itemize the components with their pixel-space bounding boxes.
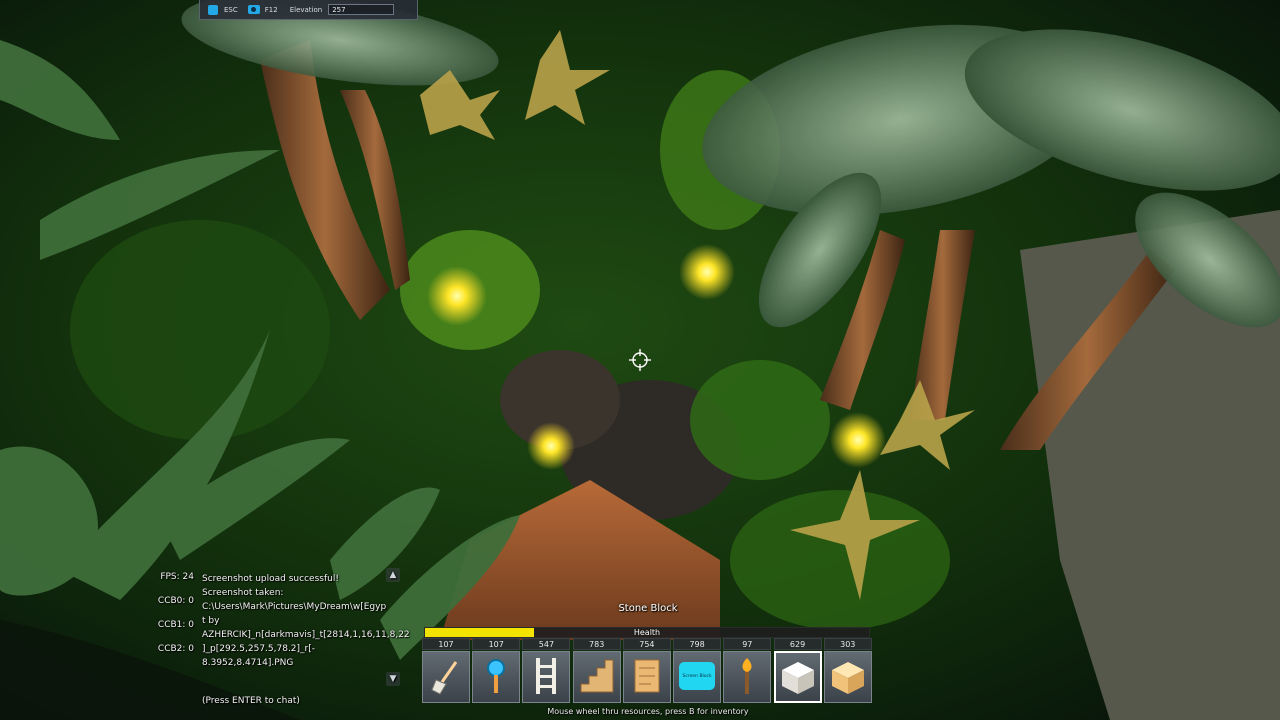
slot-count: 629: [773, 638, 822, 650]
slot-count: 107: [422, 638, 470, 650]
chat-line: Screenshot upload successful!: [202, 574, 339, 584]
ccb1-readout: CCB1: 0: [157, 620, 194, 630]
top-toolbar: ESC F12 Elevation 257: [199, 0, 418, 20]
scroll-map-icon: [634, 659, 660, 693]
torch-icon: [742, 658, 752, 694]
chat-scroll-down-button[interactable]: ▼: [386, 672, 400, 686]
crosshair-icon: [629, 349, 651, 371]
slot-count: 798: [673, 638, 722, 650]
torch-light: [527, 422, 575, 470]
health-label: Health: [633, 628, 661, 637]
white-block-icon: [781, 662, 814, 694]
moss-patch: [70, 220, 330, 440]
sand-block-icon: [831, 662, 864, 694]
chat-line: C:\Users\Mark\Pictures\MyDream\w[Egyp: [202, 602, 387, 612]
esc-button[interactable]: ESC: [204, 3, 242, 17]
hotbar-slot-screen-block[interactable]: 798 Screen Block: [673, 638, 723, 705]
chat-line: ]_p[292.5,257.5,78.2]_r[-: [202, 644, 315, 654]
chat-line: t by: [202, 616, 220, 626]
chat-messages: Screenshot upload successful! Screenshot…: [202, 572, 410, 670]
slot-count: 754: [622, 638, 671, 650]
chat-scroll-up-button[interactable]: ▲: [386, 568, 400, 582]
screen-block-label: Screen Block: [682, 674, 712, 679]
hotbar-slot-ladder[interactable]: 547: [522, 638, 572, 705]
hotbar-slot-torch[interactable]: 97: [723, 638, 773, 705]
magnifier-icon: [487, 659, 506, 693]
elevation-value: 257: [328, 4, 395, 15]
moss-patch: [730, 490, 950, 630]
slot-count: 107: [472, 638, 521, 650]
chat-line: 8.3952,8.4714].PNG: [202, 658, 294, 668]
hotbar: 107 107 547 783 754 798 Screen Block 97 …: [422, 638, 874, 705]
debug-stats: FPS: 24 CCB0: 0 CCB1: 0 CCB2: 0: [150, 572, 194, 668]
selected-item-name: Stone Block: [618, 603, 678, 614]
hotbar-slot-white-block[interactable]: 629: [773, 638, 824, 705]
esc-label: ESC: [224, 5, 238, 14]
shovel-icon: [431, 661, 458, 695]
health-bar: Health: [424, 627, 870, 638]
fps-readout: FPS: 24: [160, 572, 194, 582]
chat-prompt[interactable]: (Press ENTER to chat): [202, 696, 300, 706]
elevation-label: Elevation: [289, 5, 323, 14]
hotbar-slot-magnifier[interactable]: 107: [472, 638, 522, 705]
ccb2-readout: CCB2: 0: [157, 644, 194, 654]
chat-panel: FPS: 24 CCB0: 0 CCB1: 0 CCB2: 0 Screensh…: [0, 565, 410, 720]
menu-icon: [208, 4, 218, 15]
screenshot-button[interactable]: F12: [244, 3, 282, 17]
torch-light: [679, 244, 735, 300]
slot-count: 97: [723, 638, 772, 650]
chat-line: Screenshot taken:: [202, 588, 284, 598]
hotbar-slot-scroll-map[interactable]: 754: [622, 638, 673, 705]
torch-light: [830, 412, 886, 468]
hotbar-slot-sand-block[interactable]: 303: [823, 638, 874, 705]
camera-icon: [247, 5, 260, 14]
f12-label: F12: [264, 5, 278, 14]
slot-count: 547: [522, 638, 571, 650]
slot-count: 303: [823, 638, 872, 650]
hotbar-slot-shovel[interactable]: 107: [422, 638, 472, 705]
moss-patch: [690, 360, 830, 480]
hotbar-slot-stairs[interactable]: 783: [572, 638, 623, 705]
torch-light: [427, 266, 487, 326]
ladder-icon: [536, 658, 557, 694]
stairs-icon: [580, 659, 614, 693]
ccb0-readout: CCB0: 0: [157, 596, 194, 606]
chat-line: AZHERCIK]_n[darkmavis]_t[2814,1,16,11,8,…: [202, 630, 410, 640]
inventory-hint: Mouse wheel thru resources, press B for …: [547, 707, 749, 716]
slot-count: 783: [572, 638, 621, 650]
